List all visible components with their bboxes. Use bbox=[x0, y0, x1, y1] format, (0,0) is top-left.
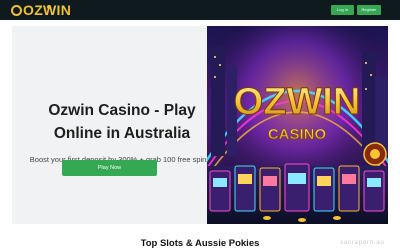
logo-o-ring-icon bbox=[11, 4, 22, 16]
hero-section: Ozwin Casino - Play Online in Australia … bbox=[12, 26, 388, 224]
play-now-button[interactable]: Play Now bbox=[62, 160, 157, 176]
register-button[interactable]: Register bbox=[357, 5, 381, 15]
hero-title: Ozwin Casino - Play Online in Australia bbox=[48, 102, 196, 142]
casino-sign-text: CASINO bbox=[268, 126, 327, 143]
logo-dot-icon bbox=[47, 5, 51, 9]
top-header: OZWIN Log in Register bbox=[0, 0, 400, 20]
watermark: sacraporn.au bbox=[340, 240, 385, 246]
ozwin-logo[interactable]: OZWIN bbox=[11, 2, 71, 18]
casino-illustration: OZWIN CASINO bbox=[207, 26, 388, 224]
casino-hero-image: OZWIN CASINO bbox=[207, 26, 388, 224]
ozwin-sign-text: OZWIN bbox=[234, 81, 361, 123]
login-button[interactable]: Log in bbox=[331, 5, 354, 15]
